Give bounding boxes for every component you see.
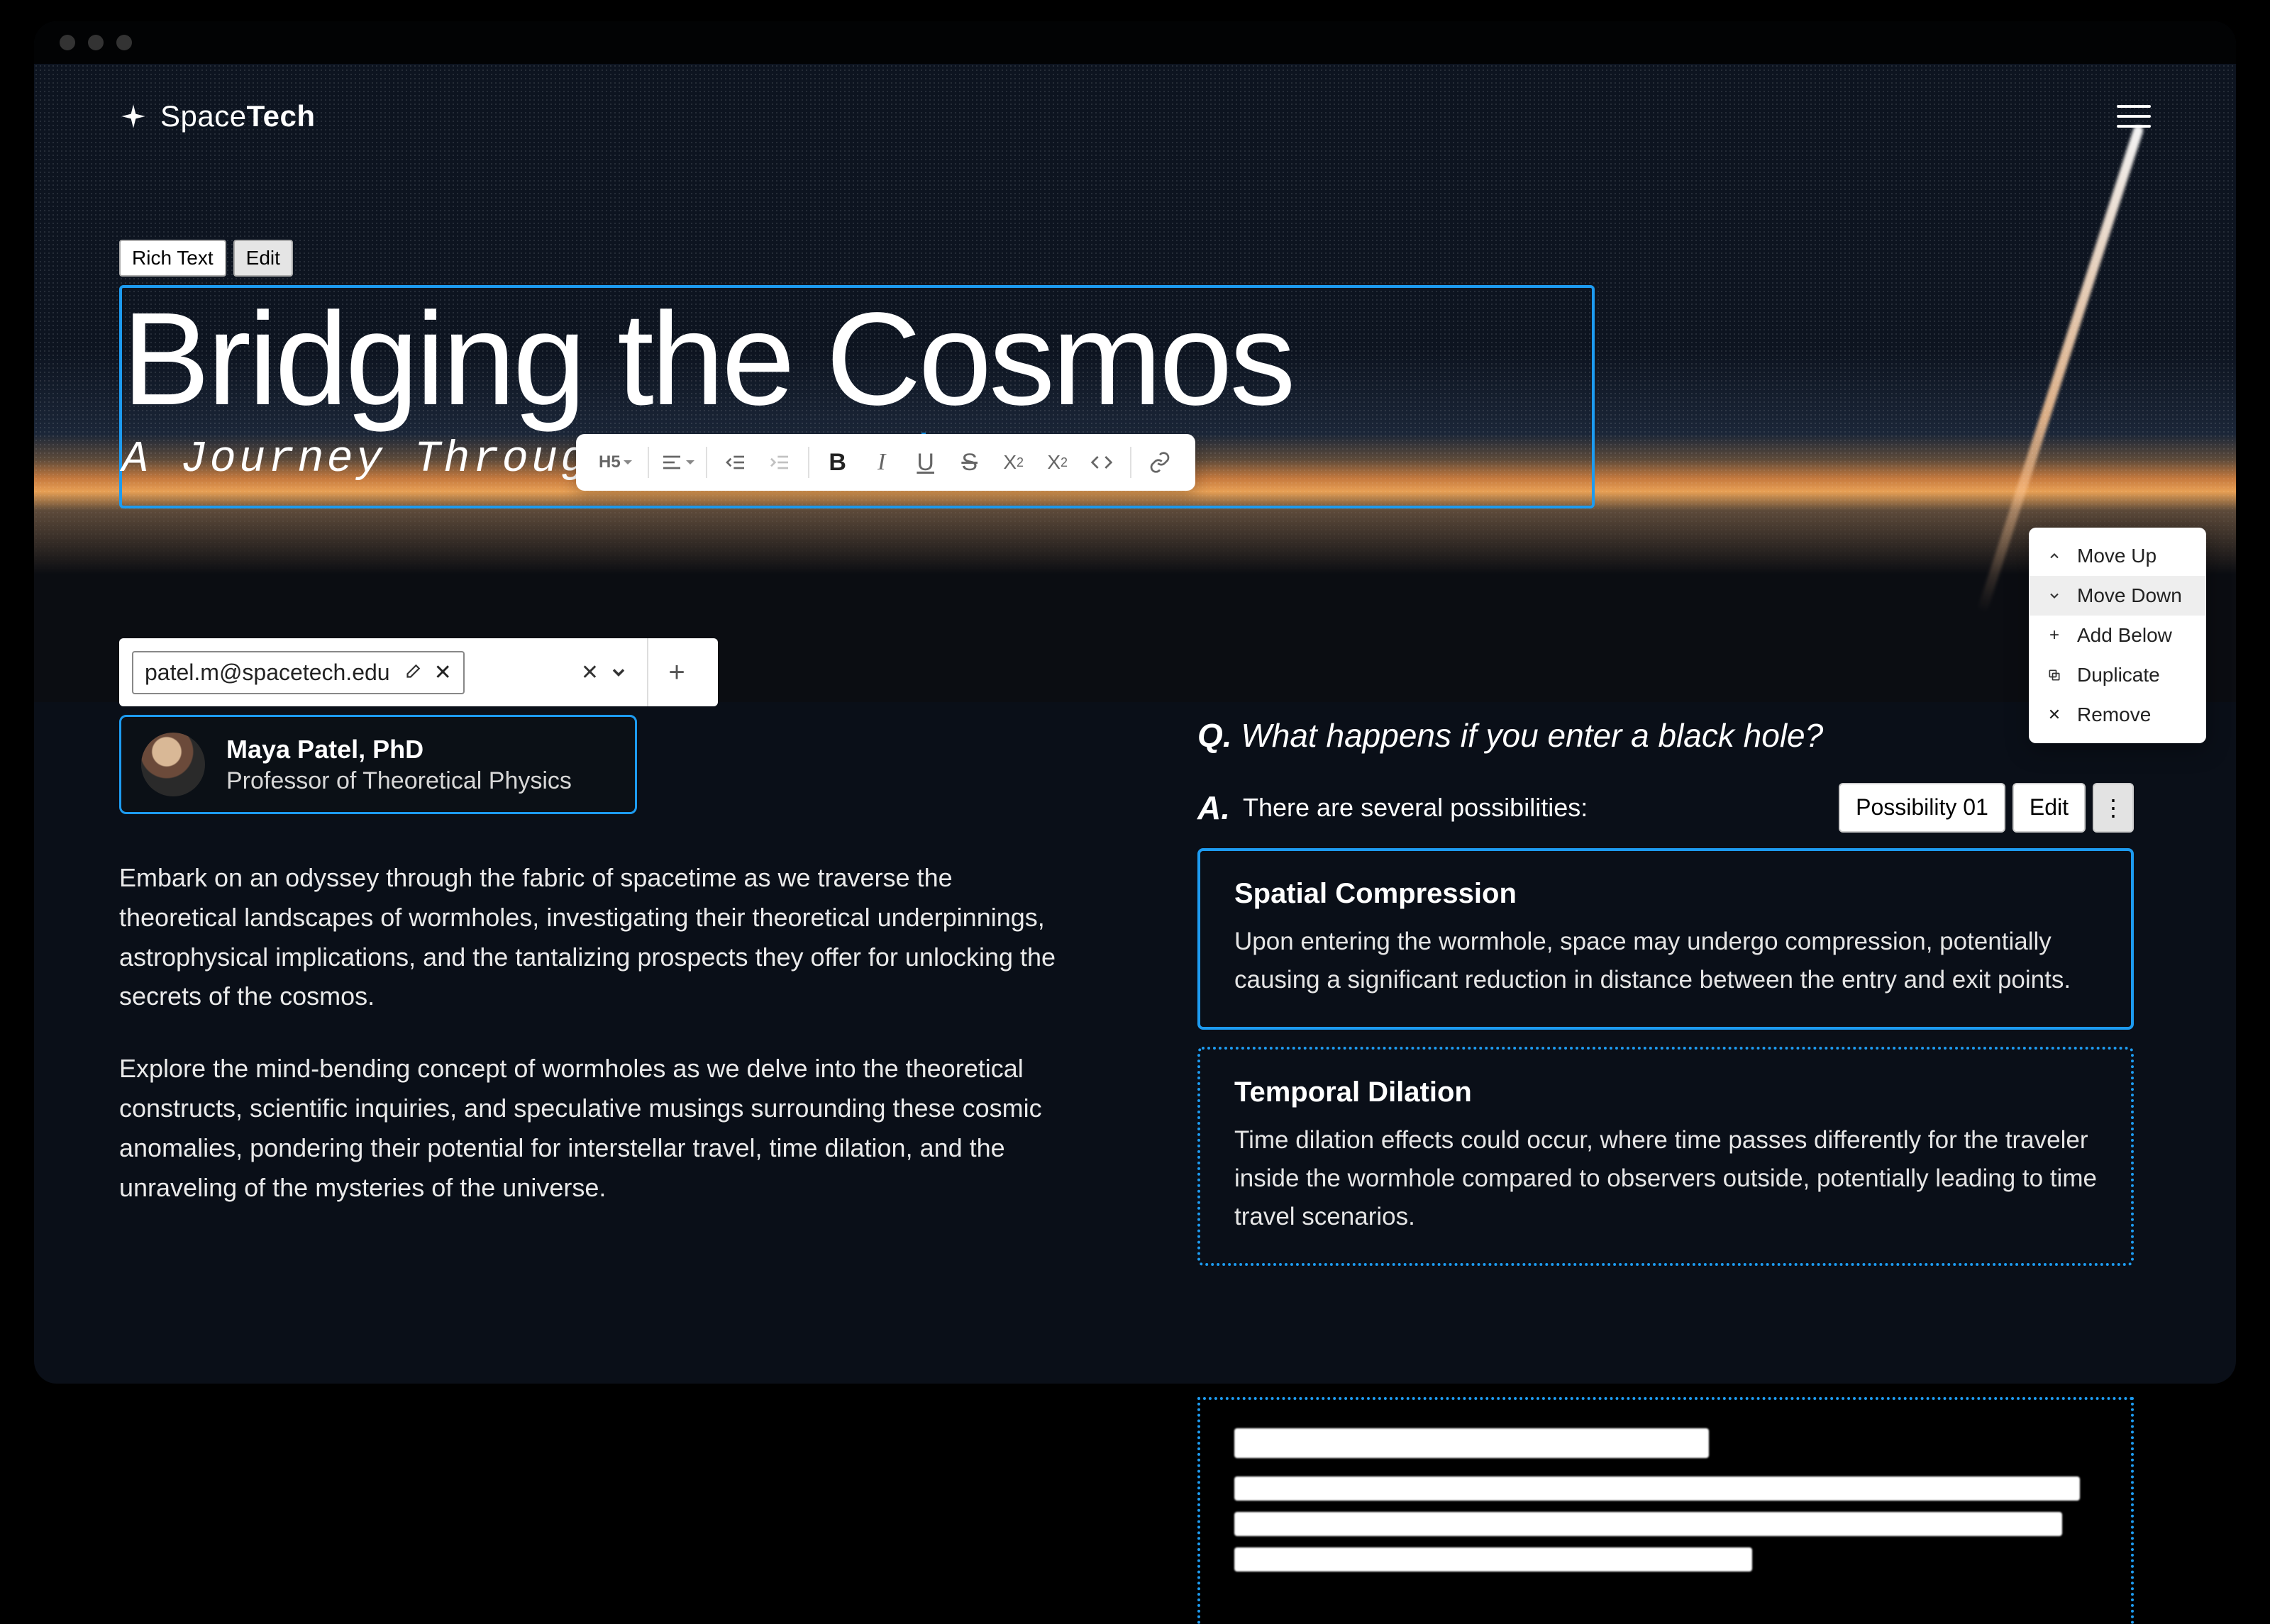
menu-add-below[interactable]: + Add Below bbox=[2029, 616, 2206, 655]
body-paragraph: Explore the mind-bending concept of worm… bbox=[119, 1049, 1077, 1207]
clear-icon[interactable]: ✕ bbox=[581, 660, 599, 685]
possibility-body: Upon entering the wormhole, space may un… bbox=[1234, 923, 2097, 1000]
possibility-title: Temporal Dilation bbox=[1234, 1077, 2097, 1108]
app-window: SpaceTech Rich Text Edit Bridging the Co… bbox=[34, 21, 2236, 1384]
author-card[interactable]: Maya Patel, PhD Professor of Theoretical… bbox=[119, 715, 637, 814]
possibility-item-overflow bbox=[1197, 1397, 2134, 1624]
qa-block: Q. What happens if you enter a black hol… bbox=[1197, 716, 2134, 1283]
close-icon: ✕ bbox=[2044, 706, 2064, 724]
outdent-button[interactable] bbox=[716, 443, 755, 482]
possibility-item[interactable]: Temporal Dilation Time dilation effects … bbox=[1197, 1047, 2134, 1267]
possibility-item-selected[interactable]: Spatial Compression Upon entering the wo… bbox=[1197, 848, 2134, 1030]
formatting-toolbar: H5 B I U S X bbox=[576, 434, 1195, 491]
bold-button[interactable]: B bbox=[818, 443, 858, 482]
subscript-button[interactable]: X2 bbox=[994, 443, 1034, 482]
possibility-title: Spatial Compression bbox=[1234, 878, 2097, 910]
menu-remove[interactable]: ✕ Remove bbox=[2029, 695, 2206, 735]
menu-move-down[interactable]: Move Down bbox=[2029, 576, 2206, 616]
align-select[interactable] bbox=[658, 443, 697, 482]
answer-prefix: A. bbox=[1197, 789, 1230, 827]
link-button[interactable] bbox=[1140, 443, 1180, 482]
remove-tag-icon[interactable]: ✕ bbox=[434, 660, 452, 685]
context-menu: Move Up Move Down + Add Below Duplicate … bbox=[2029, 528, 2206, 743]
chevron-up-icon bbox=[2044, 549, 2064, 563]
heading-level-select[interactable]: H5 bbox=[592, 443, 639, 482]
answer-intro: There are several possibilities: bbox=[1243, 793, 1588, 823]
body-paragraph: Embark on an odyssey through the fabric … bbox=[119, 858, 1077, 1016]
possibility-variant-chip[interactable]: Possibility 01 bbox=[1839, 783, 2005, 833]
article-body: Embark on an odyssey through the fabric … bbox=[119, 858, 1077, 1240]
block-type-chip[interactable]: Rich Text bbox=[119, 240, 226, 277]
italic-button[interactable]: I bbox=[862, 443, 902, 482]
author-name: Maya Patel, PhD bbox=[226, 735, 572, 764]
email-tag: patel.m@spacetech.edu ✕ bbox=[132, 651, 465, 694]
add-tag-button[interactable]: + bbox=[647, 638, 705, 706]
author-email-input[interactable]: patel.m@spacetech.edu ✕ ✕ + bbox=[119, 638, 718, 706]
copy-icon bbox=[2044, 668, 2064, 682]
menu-duplicate[interactable]: Duplicate bbox=[2029, 655, 2206, 695]
traffic-light-close[interactable] bbox=[60, 35, 75, 50]
plus-icon: + bbox=[2044, 625, 2064, 645]
page-title: Bridging the Cosmos bbox=[122, 294, 1578, 426]
edit-icon[interactable] bbox=[403, 663, 421, 682]
question-prefix: Q. bbox=[1197, 717, 1232, 754]
question-text: What happens if you enter a black hole? bbox=[1241, 717, 1823, 754]
edit-button[interactable]: Edit bbox=[2012, 783, 2086, 833]
block-mode-chip[interactable]: Edit bbox=[233, 240, 293, 277]
skeleton-line bbox=[1234, 1547, 1752, 1572]
skeleton-line bbox=[1234, 1476, 2080, 1501]
chevron-down-icon[interactable] bbox=[609, 662, 629, 682]
chevron-down-icon bbox=[2044, 589, 2064, 603]
avatar bbox=[141, 733, 205, 796]
skeleton-line bbox=[1234, 1512, 2062, 1536]
traffic-light-minimize[interactable] bbox=[88, 35, 104, 50]
title-edit-region[interactable]: Bridging the Cosmos A Journey Through Wo… bbox=[119, 285, 1595, 508]
underline-button[interactable]: U bbox=[906, 443, 946, 482]
indent-button[interactable] bbox=[760, 443, 799, 482]
title-block: Rich Text Edit Bridging the Cosmos A Jou… bbox=[119, 240, 1595, 508]
author-role: Professor of Theoretical Physics bbox=[226, 767, 572, 795]
menu-move-up[interactable]: Move Up bbox=[2029, 536, 2206, 576]
more-options-button[interactable]: ⋮ bbox=[2093, 783, 2134, 833]
superscript-button[interactable]: X2 bbox=[1038, 443, 1078, 482]
strikethrough-button[interactable]: S bbox=[950, 443, 990, 482]
window-titlebar bbox=[34, 21, 2236, 64]
code-button[interactable] bbox=[1082, 443, 1122, 482]
email-value: patel.m@spacetech.edu bbox=[145, 660, 390, 686]
possibility-body: Time dilation effects could occur, where… bbox=[1234, 1121, 2097, 1237]
skeleton-line bbox=[1234, 1428, 1709, 1458]
traffic-light-zoom[interactable] bbox=[116, 35, 132, 50]
